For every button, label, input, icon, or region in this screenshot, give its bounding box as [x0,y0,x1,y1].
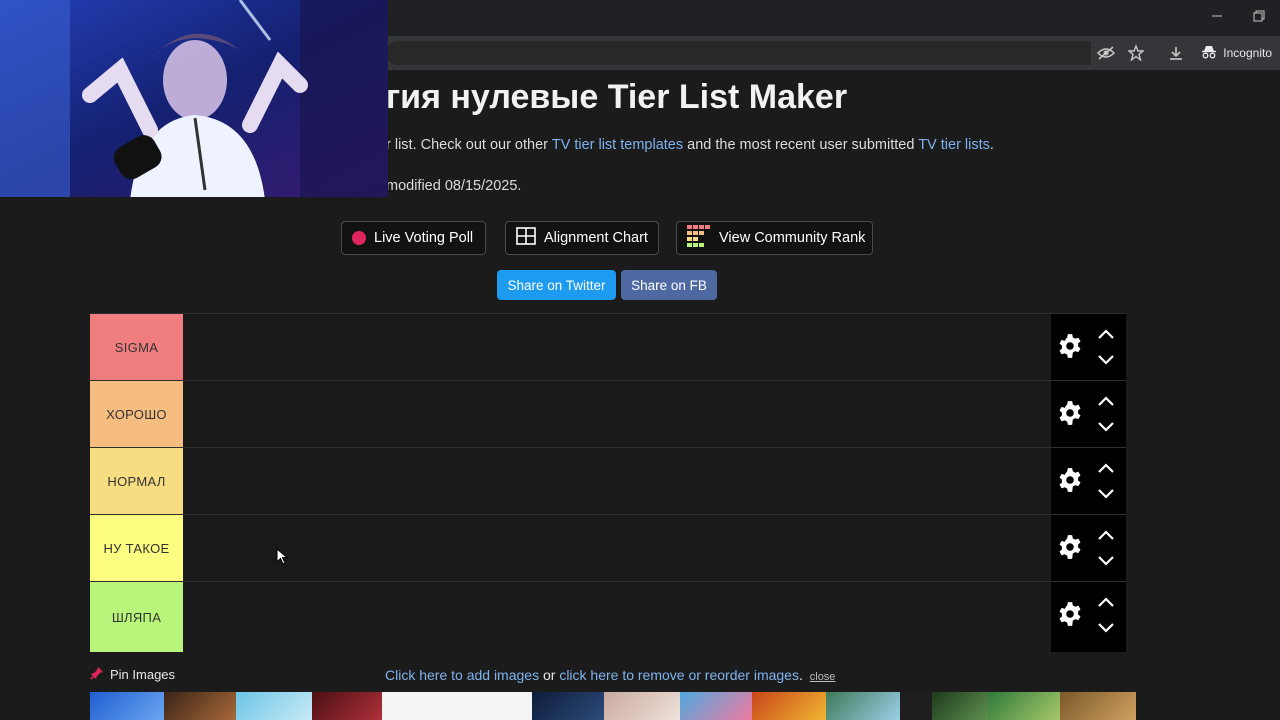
tier-drop-zone[interactable] [183,582,1051,652]
intro-suffix: . [989,137,994,153]
rank-grid-icon [687,225,711,251]
tier-drop-zone[interactable] [183,314,1051,381]
tier-label[interactable]: SIGMA [90,314,183,381]
tier-drop-zone[interactable] [183,515,1051,582]
webcam-overlay [0,0,388,197]
tier-label[interactable]: НУ ТАКОЕ [90,515,183,582]
download-icon[interactable] [1161,38,1191,68]
tier-drop-zone[interactable] [183,448,1051,515]
gear-icon[interactable] [1057,467,1083,493]
toolbar-icons: Incognito [1091,36,1280,70]
modified-date: modified 08/15/2025. [386,178,522,194]
alignment-chart-button[interactable]: Alignment Chart [505,221,659,255]
intro-text: r list. Check out our other TV tier list… [386,137,994,153]
reorder-images-link[interactable]: click here to remove or reorder images [559,667,799,683]
tier-label[interactable]: ШЛЯПА [90,582,183,652]
tier-controls [1051,515,1126,582]
image-thumbnail[interactable] [604,692,680,720]
tier-row: НУ ТАКОЕ [90,514,1126,582]
move-up-icon[interactable] [1097,395,1115,407]
minimize-icon[interactable] [1196,0,1238,32]
pin-icon [90,666,104,683]
move-up-icon[interactable] [1097,328,1115,340]
pin-images-label: Pin Images [110,667,176,682]
tv-tier-lists-link[interactable]: TV tier lists [918,137,990,153]
share-fb-button[interactable]: Share on FB [621,270,717,300]
share-twitter-button[interactable]: Share on Twitter [497,270,616,300]
image-thumbnail[interactable] [680,692,752,720]
move-down-icon[interactable] [1097,488,1115,500]
tier-row: ШЛЯПА [90,581,1126,652]
gear-icon[interactable] [1057,400,1083,426]
image-thumbnail[interactable] [752,692,826,720]
screen: Incognito гия нулевые Tier List Maker r … [0,0,1280,720]
move-down-icon[interactable] [1097,555,1115,567]
incognito-label: Incognito [1223,46,1272,60]
star-icon[interactable] [1121,38,1151,68]
move-up-icon[interactable] [1097,529,1115,541]
add-images-link[interactable]: Click here to add images [385,667,539,683]
incognito-indicator[interactable]: Incognito [1201,45,1272,62]
tv-templates-link[interactable]: TV tier list templates [552,137,683,153]
restore-icon[interactable] [1238,0,1280,32]
intro-prefix: r list. Check out our other [386,137,552,153]
image-thumbnail[interactable] [312,692,382,720]
close-link[interactable]: close [810,671,836,683]
tier-row: НОРМАЛ [90,447,1126,515]
intro-mid: and the most recent user submitted [683,137,919,153]
tier-controls [1051,381,1126,448]
tier-label[interactable]: НОРМАЛ [90,448,183,515]
move-down-icon[interactable] [1097,354,1115,366]
record-dot-icon [352,231,366,245]
window-controls [1196,0,1280,32]
page-title: гия нулевые Tier List Maker [386,78,848,116]
alignment-chart-label: Alignment Chart [544,230,648,246]
incognito-icon [1201,45,1217,62]
image-thumbnail[interactable] [164,692,236,720]
eye-off-icon[interactable] [1091,38,1121,68]
community-rank-button[interactable]: View Community Rank [676,221,873,255]
image-thumbnail[interactable] [382,692,532,720]
pin-images-toggle[interactable]: Pin Images [90,666,175,683]
tier-drop-zone[interactable] [183,381,1051,448]
tier-row: ХОРОШО [90,380,1126,448]
gear-icon[interactable] [1057,333,1083,359]
tier-row: SIGMA [90,313,1126,381]
tier-controls [1051,314,1126,381]
image-thumbnail[interactable] [988,692,1060,720]
live-voting-label: Live Voting Poll [374,230,474,246]
tier-controls [1051,448,1126,515]
move-down-icon[interactable] [1097,421,1115,433]
image-thumbnail[interactable] [932,692,988,720]
move-up-icon[interactable] [1097,462,1115,474]
image-thumbnail[interactable] [532,692,604,720]
move-down-icon[interactable] [1097,622,1115,634]
community-rank-label: View Community Rank [719,230,866,246]
image-thumbnail[interactable] [90,692,164,720]
image-thumbnail[interactable] [236,692,312,720]
image-thumbnail[interactable] [826,692,900,720]
mouse-cursor-icon [276,548,288,565]
image-pool [90,692,1136,720]
image-thumbnail[interactable] [900,692,932,720]
period-text: . [798,667,803,683]
live-voting-button[interactable]: Live Voting Poll [341,221,486,255]
webcam-feed [0,0,388,197]
image-actions: Click here to add images or click here t… [385,667,835,683]
tier-label[interactable]: ХОРОШО [90,381,183,448]
image-thumbnail[interactable] [1060,692,1136,720]
tier-controls [1051,582,1126,652]
grid-icon [516,227,536,249]
move-up-icon[interactable] [1097,596,1115,608]
tier-list: SIGMA ХОРОШО НОРМАЛ НУ ТАКОЕ ШЛЯПА [90,313,1126,652]
gear-icon[interactable] [1057,601,1083,627]
gear-icon[interactable] [1057,534,1083,560]
or-text: or [539,667,560,683]
